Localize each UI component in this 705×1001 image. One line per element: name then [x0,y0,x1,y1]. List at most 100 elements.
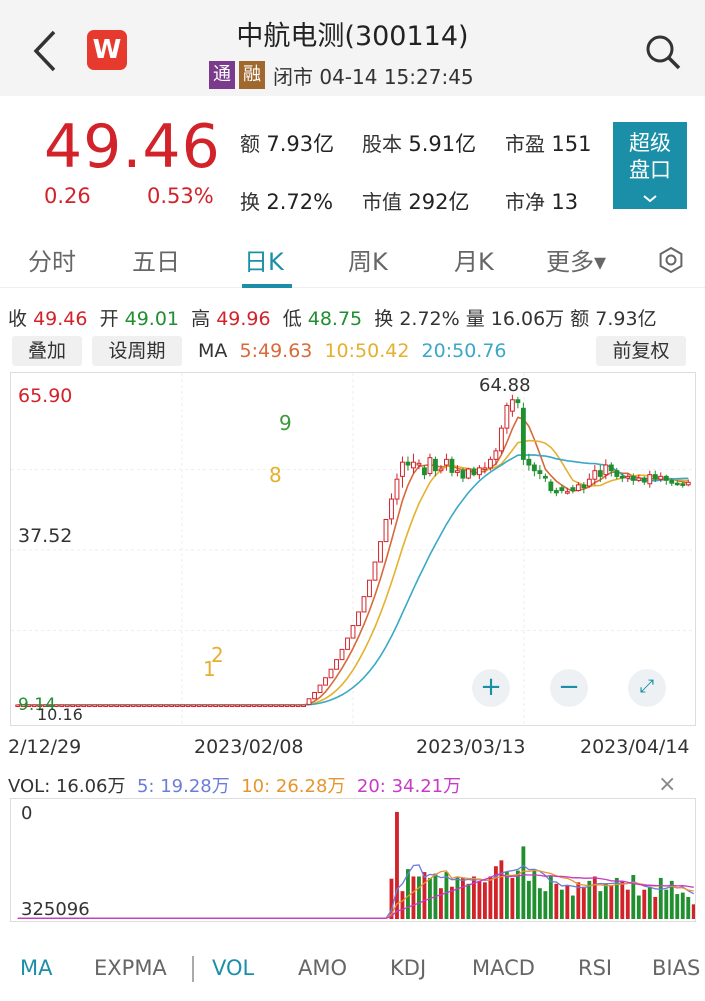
candle-body [268,704,273,707]
settings-gear-icon[interactable] [657,246,685,274]
volume-bar [510,877,515,919]
candle-body [498,427,504,452]
tab-weekly-k[interactable]: 周K [348,242,388,277]
ma5-value: 5:49.63 [239,340,313,362]
candle-body [202,704,208,707]
vol-ma20: 20: 34.21万 [356,776,462,797]
candle-body [674,482,680,486]
ma10-value: 10:50.42 [324,340,410,362]
volume-bar [609,885,614,919]
date-label-2: 2023/03/13 [416,736,526,758]
candle-body [213,704,219,707]
price-change: 0.26 [44,184,91,208]
ohlc-turnover: 2.72% [399,308,460,330]
candle-body [433,458,438,472]
indicator-tabs: MA EXPMA VOL AMO KDJ MACD RSI BIAS [0,940,705,1000]
vol-ma20-line [17,873,694,919]
date-label-3: 2023/04/14 [580,736,690,758]
price-change-pct: 0.53% [147,184,214,208]
volume-bar [460,877,465,919]
set-period-button[interactable]: 设周期 [92,336,182,366]
adjust-button[interactable]: 前复权 [596,336,686,366]
candle-body [141,704,147,707]
candle-body [119,704,125,707]
signal-marker-9: 9 [279,411,292,435]
indicator-tab-macd[interactable]: MACD [472,956,535,980]
candle-body [482,467,488,470]
active-tab-indicator [242,284,292,288]
tab-daily-k[interactable]: 日K [244,242,284,277]
volume-bar [466,883,471,919]
candle-body [235,704,241,707]
candle-body [608,464,614,472]
signal-marker-8: 8 [269,463,282,487]
candle-body [416,462,422,466]
candle-body [372,561,378,581]
candle-body [636,477,642,481]
candle-body [180,704,186,707]
overlay-button[interactable]: 叠加 [12,336,82,366]
status-row: 通 融 闭市 04-14 15:27:45 [209,60,474,90]
volume-bar [691,904,696,919]
volume-bar [543,891,548,919]
tab-five-day[interactable]: 五日 [132,242,180,277]
volume-bar [521,846,526,919]
page-title: 中航电测(300114) [236,21,469,52]
candle-body [356,611,361,627]
indicator-tab-bias[interactable]: BIAS [652,956,700,980]
volume-bar [603,883,608,919]
indicator-tab-rsi[interactable]: RSI [578,956,612,980]
candle-body [553,490,559,494]
volume-bar [647,886,652,919]
close-icon[interactable]: × [658,772,676,797]
candle-body [586,478,592,487]
zoom-out-button[interactable]: − [550,669,588,707]
candle-body [537,470,543,475]
tab-monthly-k[interactable]: 月K [454,242,494,277]
tab-intraday[interactable]: 分时 [28,242,76,277]
volume-bar [565,885,570,919]
vol-y-top: 0 [21,803,33,824]
volume-bar [675,894,680,919]
candle-body [669,479,675,484]
candle-body [680,483,686,486]
indicator-tab-ma[interactable]: MA [20,956,52,980]
volume-bar [444,872,449,919]
super-orderbook-button[interactable]: 超级 盘口 [613,122,687,209]
volume-bar [455,876,460,919]
candle-body [246,704,252,707]
stat-mcap: 市值 292亿 [362,190,470,214]
candle-body [515,399,521,404]
candle-body [422,467,427,476]
candle-body [284,704,290,707]
indicator-tab-kdj[interactable]: KDJ [390,956,426,980]
kline-chart[interactable]: 65.90 37.52 9.14 10.16 64.88 9 8 2 1 + −… [10,372,696,726]
tab-more[interactable]: 更多▾ [546,242,606,277]
volume-bar [477,880,482,919]
indicator-tab-vol[interactable]: VOL [212,956,254,980]
volume-bar [411,876,416,919]
candle-body [520,407,526,460]
fullscreen-expand-icon[interactable]: ⤢ [628,669,666,707]
ohlc-amount: 7.93亿 [595,308,657,330]
ma-legend: MA 5:49.63 10:50.42 20:50.76 [198,340,507,362]
volume-bar [664,889,669,919]
volume-bar [686,897,691,919]
search-icon[interactable] [643,32,683,72]
candle-body [301,704,306,707]
candle-body [548,481,554,492]
candle-body [125,704,131,707]
volume-chart[interactable]: 0 325096 [10,798,696,922]
date-label-1: 2023/02/08 [194,736,304,758]
candle-body [658,475,664,480]
candle-body [405,461,411,466]
candle-body [460,470,466,479]
market-status: 闭市 04-14 15:27:45 [273,64,474,89]
candle-body [185,704,191,707]
candle-body [531,464,537,472]
volume-bar [515,870,520,919]
indicator-tab-expma[interactable]: EXPMA [94,956,167,980]
candle-body [509,399,515,412]
zoom-in-button[interactable]: + [472,669,510,707]
indicator-tab-amo[interactable]: AMO [298,956,347,980]
